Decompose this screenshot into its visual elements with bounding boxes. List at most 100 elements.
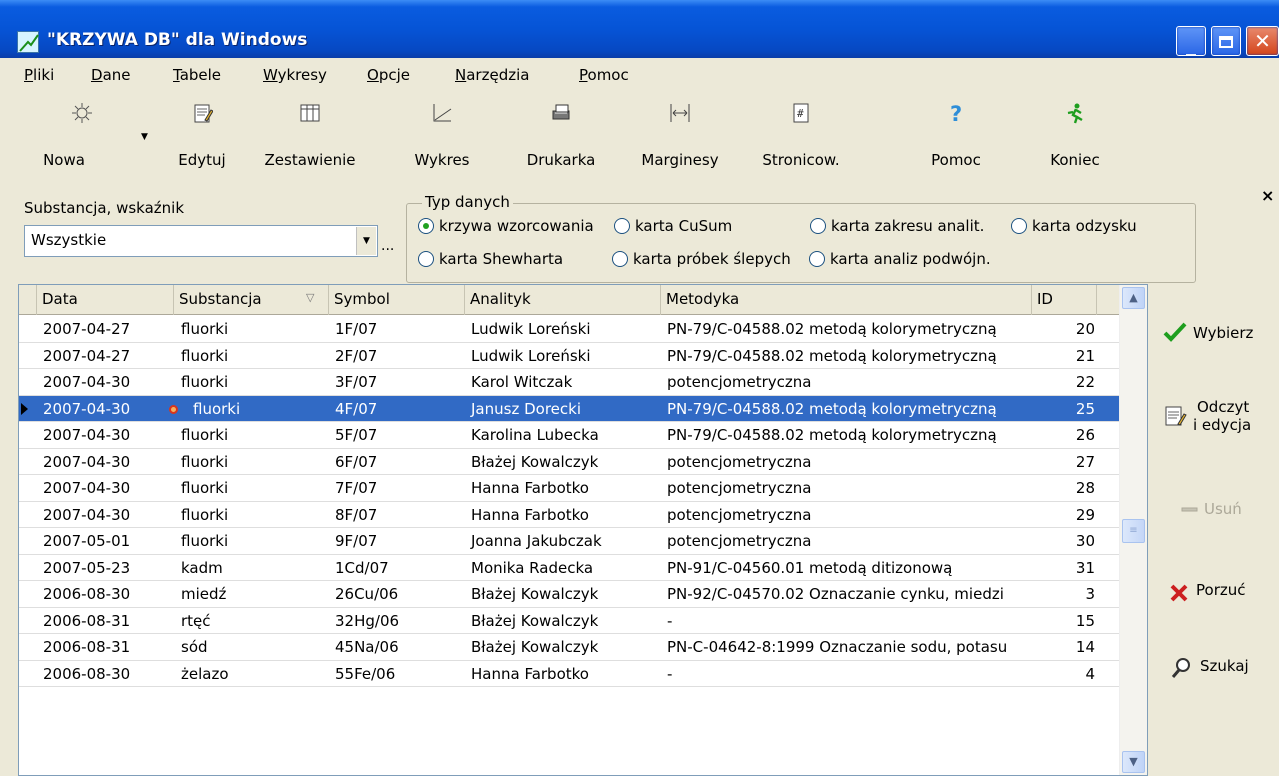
column-header-symbol[interactable]: Symbol — [329, 285, 465, 315]
printer-button[interactable]: Drukarka — [519, 94, 603, 184]
radio-karta-shewharta[interactable]: karta Shewharta — [418, 250, 563, 268]
menu-tabele[interactable]: Tabele — [173, 66, 221, 84]
scroll-up-button[interactable]: ▲ — [1122, 287, 1145, 309]
column-header-metodyka[interactable]: Metodyka — [661, 285, 1032, 315]
menu-pliki[interactable]: Pliki — [24, 66, 54, 84]
scroll-thumb[interactable]: ≡ — [1122, 519, 1145, 543]
close-button[interactable]: ✕ — [1246, 26, 1279, 56]
minimize-button[interactable]: _ — [1176, 26, 1206, 56]
maximize-button[interactable] — [1211, 26, 1241, 56]
dropdown-arrow-icon[interactable]: ▼ — [356, 227, 376, 255]
table-row[interactable]: 2007-04-30 fluorki 8F/07 Hanna Farbotko pote… — [19, 502, 1119, 528]
cell-metodyka: potencjometryczna — [667, 479, 812, 497]
cell-substancja: fluorki — [181, 505, 229, 524]
radio-karta-cusum[interactable]: karta CuSum — [614, 217, 732, 235]
table-grid-icon — [300, 104, 320, 122]
radio-karta-probek-slepych[interactable]: karta próbek ślepych — [612, 250, 791, 268]
red-x-icon — [1170, 584, 1188, 602]
table-row[interactable]: 2007-04-30 fluorki 5F/07 Karolina Lubecka P… — [19, 422, 1119, 449]
data-type-group — [406, 203, 1196, 283]
substance-value: Wszystkie — [31, 231, 107, 249]
title-bar[interactable]: "KRZYWA DB" dla Windows _ ✕ — [0, 0, 1279, 58]
cell-data: 2006-08-30 — [43, 664, 131, 683]
table-row[interactable]: 2006-08-31 sód 45Na/06 Błażej Kowalczyk PN-C… — [19, 634, 1119, 661]
summary-button[interactable]: Zestawienie — [255, 94, 365, 184]
menu-dane[interactable]: Dane — [91, 66, 131, 84]
radio-karta-odzysku[interactable]: karta odzysku — [1011, 217, 1137, 235]
radio-unchecked-icon — [809, 251, 825, 267]
radio-krzywa-wzorcowania[interactable]: krzywa wzorcowania — [418, 217, 594, 235]
browse-ellipsis-button[interactable]: ... — [381, 238, 394, 254]
table-row-selected[interactable]: 2007-04-30 fluorki 4F/07 Janusz Dorecki PN-… — [19, 395, 1119, 422]
magnifier-icon — [1171, 658, 1190, 678]
table-row[interactable]: 2007-05-01 fluorki 9F/07 Joanna Jakubczak po… — [19, 528, 1119, 555]
table-row[interactable]: 2007-05-23 kadm 1Cd/07 Monika Radecka PN-91/… — [19, 555, 1119, 581]
discard-label: Porzuć — [1196, 581, 1246, 599]
column-header-data[interactable]: Data — [37, 285, 174, 315]
cell-analityk: Karolina Lubecka — [471, 426, 599, 444]
cell-substancja: rtęć — [181, 611, 211, 630]
radio-karta-zakresu[interactable]: karta zakresu analit. — [810, 217, 984, 235]
cell-data: 2006-08-31 — [43, 611, 131, 630]
delete-button[interactable]: Usuń — [1180, 496, 1275, 520]
menu-narzedzia[interactable]: Narzędzia — [455, 66, 529, 84]
edit-label: Edytuj — [178, 151, 226, 169]
filter-close-icon[interactable]: × — [1261, 186, 1274, 205]
search-button[interactable]: Szukaj — [1170, 653, 1275, 681]
exit-button[interactable]: Koniec — [1037, 94, 1113, 184]
maximize-icon — [1212, 27, 1240, 55]
cell-metodyka: PN-91/C-04560.01 metodą ditizonową — [667, 558, 953, 577]
table-row[interactable]: 2006-08-31 rtęć 32Hg/06 Błażej Kowalczyk - 15 — [19, 608, 1119, 634]
select-button[interactable]: Wybierz — [1163, 318, 1275, 348]
table-row[interactable]: 2007-04-30 fluorki 6F/07 Błażej Kowalczyk po… — [19, 449, 1119, 475]
menu-pomoc[interactable]: Pomoc — [579, 66, 629, 84]
table-row[interactable]: 2007-04-27 fluorki 2F/07 Ludwik Loreński PN… — [19, 343, 1119, 369]
table-row[interactable]: 2007-04-30 fluorki 7F/07 Hanna Farbotko pote… — [19, 475, 1119, 502]
cell-analityk: Błażej Kowalczyk — [471, 611, 599, 630]
read-edit-button[interactable]: Odczyt i edycja — [1163, 396, 1275, 442]
margins-button[interactable]: Marginesy — [635, 94, 725, 184]
column-header-analityk[interactable]: Analityk — [465, 285, 661, 315]
data-grid[interactable]: Data Substancja ▽ Symbol Analityk Metodyk… — [18, 284, 1148, 776]
cell-metodyka: potencjometryczna — [667, 532, 812, 550]
cell-data: 2007-04-30 — [43, 452, 131, 471]
scroll-down-button[interactable]: ▼ — [1122, 751, 1145, 773]
app-chart-icon — [17, 31, 39, 53]
cell-metodyka: potencjometryczna — [667, 373, 812, 391]
cell-substancja: fluorki — [181, 346, 229, 365]
menu-opcje[interactable]: Opcje — [367, 66, 410, 84]
cell-substancja: fluorki — [181, 320, 229, 338]
pagination-button[interactable]: # Stronicow. — [751, 94, 851, 184]
substance-combobox[interactable]: Wszystkie ▼ — [24, 225, 378, 257]
help-button[interactable]: ? Pomoc — [921, 94, 991, 184]
new-button[interactable]: ▼ Nowa — [37, 94, 148, 184]
new-dropdown-icon[interactable]: ▼ — [141, 132, 148, 142]
edit-button[interactable]: Edytuj — [167, 94, 237, 184]
cell-symbol: 26Cu/06 — [335, 585, 399, 603]
table-row[interactable]: 2007-04-27 fluorki 1F/07 Ludwik Loreński PN… — [19, 316, 1119, 343]
radio-label: karta odzysku — [1032, 217, 1137, 235]
cell-data: 2006-08-31 — [43, 638, 131, 656]
cell-metodyka: - — [667, 611, 673, 630]
select-label: Wybierz — [1193, 324, 1254, 342]
vertical-scrollbar[interactable]: ▲ ≡ ▼ — [1119, 285, 1147, 775]
menu-wykresy[interactable]: Wykresy — [263, 66, 327, 84]
table-row[interactable]: 2006-08-30 miedź 26Cu/06 Błażej Kowalczyk PN… — [19, 581, 1119, 608]
cell-substancja: fluorki — [181, 479, 229, 497]
radio-unchecked-icon — [612, 251, 628, 267]
discard-button[interactable]: Porzuć — [1168, 578, 1275, 606]
radio-karta-analiz-podwojnych[interactable]: karta analiz podwójn. — [809, 250, 991, 268]
chart-button[interactable]: Wykres — [405, 94, 479, 184]
cell-metodyka: PN-79/C-04588.02 metodą kolorymetryczną — [667, 426, 997, 444]
substance-label: Substancja, wskaźnik — [24, 199, 185, 217]
cell-analityk: Monika Radecka — [471, 558, 594, 577]
table-row[interactable]: 2007-04-30 fluorki 3F/07 Karol Witczak poten… — [19, 369, 1119, 396]
cell-data: 2007-04-30 — [43, 399, 131, 418]
table-row[interactable]: 2006-08-30 żelazo 55Fe/06 Hanna Farbotko - 4 — [19, 661, 1119, 687]
column-header-substancja[interactable]: Substancja ▽ — [174, 285, 329, 315]
cell-id: 14 — [1075, 638, 1095, 656]
radio-label: karta Shewharta — [439, 250, 564, 268]
cell-id: 28 — [1075, 479, 1095, 497]
column-header-id[interactable]: ID — [1032, 285, 1097, 315]
radio-label: karta analiz podwójn. — [830, 250, 991, 268]
